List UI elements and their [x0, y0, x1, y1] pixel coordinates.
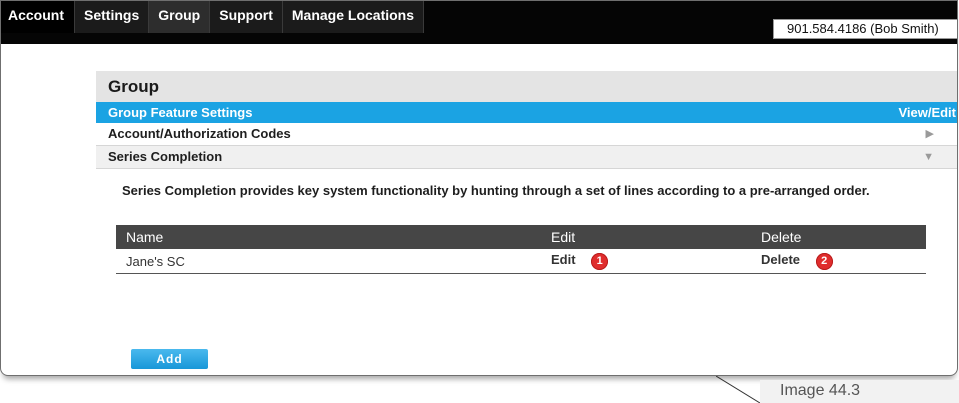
nav-manage-locations[interactable]: Manage Locations [282, 1, 425, 33]
column-header-delete: Delete [751, 225, 926, 249]
group-feature-settings-bar: Group Feature Settings View/Edit [96, 102, 957, 123]
caption-pointer [716, 376, 761, 403]
view-edit-link[interactable]: View/Edit [898, 102, 956, 123]
collapsed-arrow-icon: ▶ [925, 128, 934, 140]
series-completion-panel: Series Completion provides key system fu… [96, 169, 957, 375]
feature-bar-title: Group Feature Settings [108, 105, 253, 120]
column-header-name: Name [116, 225, 541, 249]
edit-cell: Edit 1 [541, 249, 751, 274]
page-title: Group [96, 71, 957, 102]
expanded-arrow-icon: ▼ [923, 151, 934, 163]
series-name-cell: Jane's SC [116, 249, 541, 274]
section-label: Account/Authorization Codes [108, 126, 291, 141]
callout-badge-2: 2 [815, 252, 833, 270]
column-header-edit: Edit [541, 225, 751, 249]
section-account-authorization-codes[interactable]: Account/Authorization Codes ▶ [96, 123, 957, 146]
nav-account[interactable]: Account [1, 1, 75, 33]
nav-support[interactable]: Support [210, 1, 283, 33]
image-caption: Image 44.3 [760, 380, 959, 403]
edit-link[interactable]: Edit [551, 252, 576, 267]
app-window: Account Settings Group Support Manage Lo… [0, 0, 958, 376]
top-navigation-bar: Account Settings Group Support Manage Lo… [1, 1, 957, 44]
callout-badge-1: 1 [591, 252, 609, 270]
table-header-row: Name Edit Delete [116, 225, 926, 249]
section-series-completion[interactable]: Series Completion ▼ [96, 146, 957, 169]
add-button[interactable]: Add [131, 349, 208, 369]
user-selector[interactable]: 901.584.4186 (Bob Smith) [773, 19, 957, 39]
section-label: Series Completion [108, 149, 223, 164]
delete-link[interactable]: Delete [761, 252, 800, 267]
series-completion-description: Series Completion provides key system fu… [122, 183, 870, 198]
nav-settings[interactable]: Settings [75, 1, 150, 33]
delete-cell: Delete 2 [751, 249, 926, 274]
series-completion-table: Name Edit Delete Jane's SC Edit 1 Delete [116, 225, 926, 274]
main-menu: Account Settings Group Support Manage Lo… [1, 1, 425, 33]
main-content: Group Group Feature Settings View/Edit A… [96, 71, 957, 375]
nav-group[interactable]: Group [149, 1, 211, 33]
table-row: Jane's SC Edit 1 Delete 2 [116, 249, 926, 274]
